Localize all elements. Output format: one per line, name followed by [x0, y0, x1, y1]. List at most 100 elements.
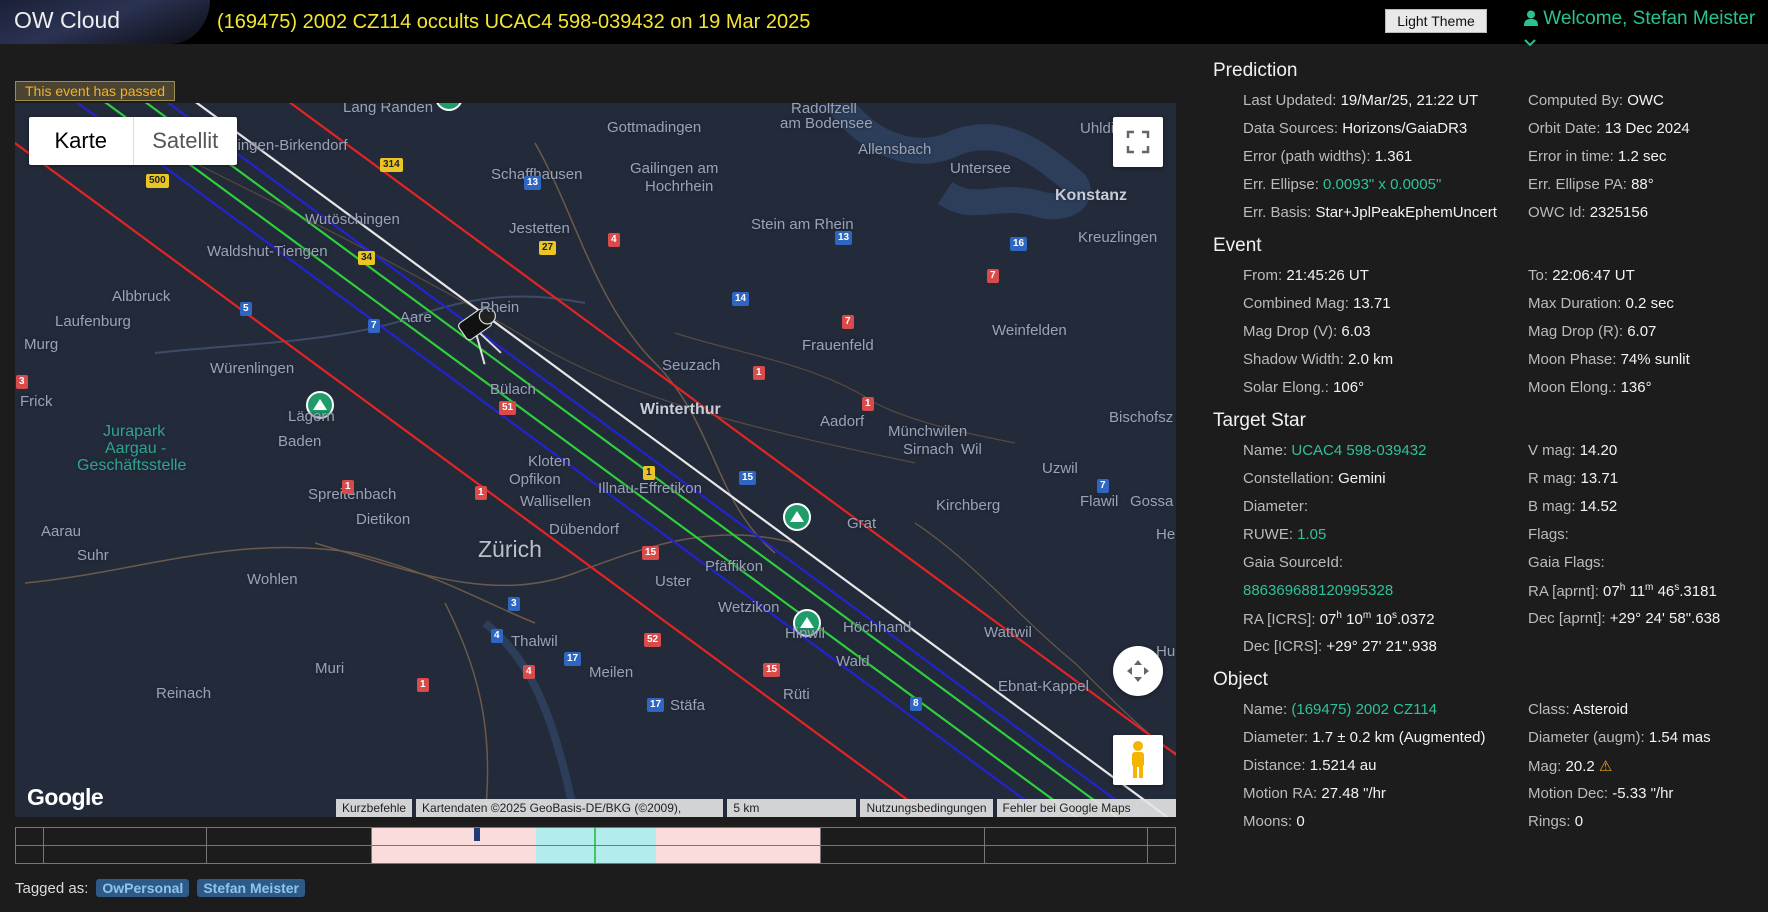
map-label: Jurapark: [103, 423, 166, 440]
detail-row: Name: UCAC4 598-039432: [1243, 442, 1528, 470]
road-number: 7: [1097, 479, 1109, 493]
report-error-link[interactable]: Fehler bei Google Maps melden: [996, 799, 1176, 817]
camera-control-button[interactable]: [1113, 646, 1163, 696]
road-number: 3: [16, 375, 28, 389]
terms-link[interactable]: Nutzungsbedingungen: [860, 799, 993, 817]
value: +29° 27' 21".938: [1326, 638, 1437, 655]
label: Solar Elong.:: [1243, 379, 1329, 396]
value: +29° 24' 58".638: [1609, 610, 1721, 627]
star-name-link[interactable]: UCAC4 598-039432: [1291, 442, 1426, 459]
object-name-link[interactable]: (169475) 2002 CZ114: [1291, 701, 1437, 718]
label: OWC Id:: [1528, 204, 1586, 221]
road-number: 15: [739, 471, 757, 485]
map-label: Uzwil: [1042, 460, 1078, 477]
event-title: (169475) 2002 CZ114 occults UCAC4 598-03…: [217, 11, 811, 33]
map-type-satellit-button[interactable]: Satellit: [134, 117, 238, 165]
value: 1.7 ± 0.2 km (Augmented): [1312, 729, 1486, 746]
label: Last Updated:: [1243, 92, 1337, 109]
map-label: Zürich: [478, 536, 542, 562]
warning-icon[interactable]: ⚠: [1599, 758, 1612, 775]
detail-row: Err. Ellipse: 0.0093" x 0.0005": [1243, 176, 1528, 204]
welcome-text[interactable]: Welcome, Stefan Meister: [1543, 8, 1755, 29]
detail-row: Diameter (augm): 1.54 mas: [1528, 729, 1768, 757]
map-label: Wetzikon: [718, 599, 780, 616]
map-label: Pfäffikon: [705, 558, 764, 575]
occultation-map[interactable]: Lang Randen Radolfzell am Bodensee Ühlin…: [15, 103, 1176, 817]
tag-stefan-meister[interactable]: Stefan Meister: [197, 879, 306, 897]
value: 14.20: [1579, 442, 1618, 459]
label: Diameter (augm):: [1528, 729, 1645, 746]
road-number: 16: [1010, 237, 1028, 251]
label: Max Duration:: [1528, 295, 1622, 312]
detail-row: V mag: 14.20: [1528, 442, 1768, 470]
map-label: Wallisellen: [520, 493, 592, 510]
label: Error (path widths):: [1243, 148, 1371, 165]
err-ellipse-link[interactable]: 0.0093" x 0.0005": [1323, 176, 1441, 193]
map-label: Winterthur: [640, 401, 721, 418]
label: Moon Elong.:: [1528, 379, 1617, 396]
map-label: Reinach: [156, 685, 212, 702]
detail-row: RUWE: 1.05: [1243, 526, 1528, 554]
chevron-down-icon[interactable]: [1524, 32, 1536, 53]
map-label: Untersee: [950, 160, 1011, 177]
map-label: Opfikon: [509, 471, 561, 488]
scale-bar[interactable]: 5 km: [727, 799, 857, 817]
detail-row: Diameter:: [1243, 498, 1528, 526]
tags-row: Tagged as: OwPersonal Stefan Meister: [15, 879, 306, 897]
value: 14.52: [1579, 498, 1618, 515]
timeline-axis: [16, 845, 1175, 846]
value-part: 07: [1603, 583, 1620, 600]
detail-row: Constellation: Gemini: [1243, 470, 1528, 498]
value: 0: [1574, 813, 1584, 830]
label: Constellation:: [1243, 470, 1334, 487]
detail-row: From: 21:45:26 UT: [1243, 267, 1528, 295]
fullscreen-button[interactable]: [1113, 117, 1163, 167]
detail-row: RA [aprnt]: 07h 11m 46s.3181: [1528, 582, 1768, 610]
section-title-target-star: Target Star: [1213, 410, 1306, 431]
street-view-pegman-button[interactable]: [1113, 735, 1163, 785]
map-label: Wald: [836, 653, 870, 670]
ruwe-link[interactable]: 1.05: [1297, 526, 1326, 543]
event-grid: From: 21:45:26 UT To: 22:06:47 UT Combin…: [1243, 267, 1763, 407]
map-attribution: Kurzbefehle Kartendaten ©2025 GeoBasis-D…: [332, 799, 1176, 817]
map-label: Gottmadingen: [607, 119, 702, 136]
label: Moon Phase:: [1528, 351, 1617, 368]
user-menu[interactable]: Welcome, Stefan Meister: [1524, 8, 1768, 54]
road-number: 1: [753, 366, 765, 380]
keyboard-shortcuts-link[interactable]: Kurzbefehle: [336, 799, 413, 817]
light-theme-button[interactable]: Light Theme: [1385, 9, 1487, 33]
top-bar: OW Cloud (169475) 2002 CZ114 occults UCA…: [0, 0, 1768, 47]
map-label: He: [1156, 526, 1176, 543]
detail-row: Moon Phase: 74% sunlit: [1528, 351, 1768, 379]
label: Mag Drop (R):: [1528, 323, 1624, 340]
map-type-karte-button[interactable]: Karte: [29, 117, 134, 165]
road-number: 3: [508, 597, 520, 611]
label: Diameter:: [1243, 498, 1309, 515]
value: 22:06:47 UT: [1552, 267, 1635, 284]
value-part: m: [1645, 582, 1654, 593]
road-number: 13: [835, 231, 853, 245]
timeline-observer-marker[interactable]: [474, 828, 480, 841]
label: Error in time:: [1528, 148, 1614, 165]
label: Dec [aprnt]:: [1528, 610, 1606, 627]
tag-owpersonal[interactable]: OwPersonal: [96, 879, 190, 897]
value-part: 10: [1375, 611, 1393, 628]
event-timeline[interactable]: [15, 827, 1176, 864]
label: Err. Ellipse PA:: [1528, 176, 1627, 193]
label: RA [aprnt]:: [1528, 583, 1599, 600]
label: Computed By:: [1528, 92, 1624, 109]
road-number: 14: [732, 292, 750, 306]
label: Rings:: [1528, 813, 1571, 830]
value: 21:45:26 UT: [1286, 267, 1369, 284]
map-label: Kreuzlingen: [1078, 229, 1158, 246]
label: RUWE:: [1243, 526, 1293, 543]
logo-text[interactable]: OW Cloud: [14, 7, 120, 34]
value: 13.71: [1353, 295, 1391, 312]
gaia-source-id-link[interactable]: 886369688120995328: [1243, 582, 1393, 599]
map-label: Frauenfeld: [802, 337, 874, 354]
map-label: Seuzach: [662, 357, 721, 374]
label: Gaia SourceId:: [1243, 554, 1344, 571]
map-label: Ebnat-Kappel: [998, 678, 1089, 695]
logo[interactable]: OW Cloud: [0, 0, 210, 44]
map-label: Wil: [961, 441, 982, 458]
